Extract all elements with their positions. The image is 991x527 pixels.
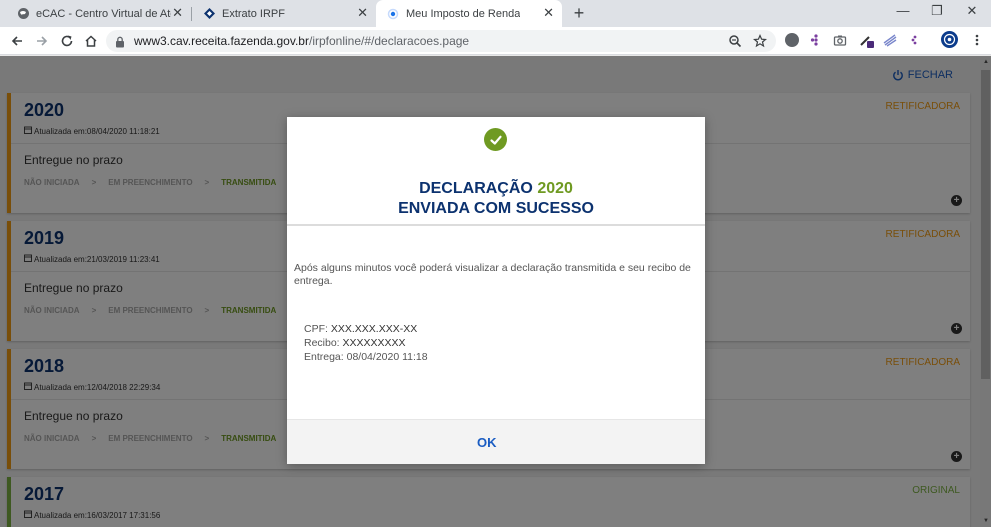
tab-title: eCAC - Centro Virtual de Atendimento bbox=[36, 7, 171, 20]
menu-kebab-icon[interactable] bbox=[970, 33, 984, 47]
home-icon[interactable] bbox=[82, 32, 100, 50]
tab-title: Meu Imposto de Renda bbox=[406, 7, 521, 20]
zoom-icon[interactable] bbox=[728, 34, 742, 48]
tab-meu-imposto-de-renda[interactable]: Meu Imposto de Renda ✕ bbox=[376, 0, 562, 27]
extension-circle-icon[interactable] bbox=[785, 33, 799, 47]
minimize-icon[interactable]: — bbox=[888, 3, 918, 18]
cpf-value: XXX.XXX.XXX-XX bbox=[330, 323, 418, 335]
address-bar[interactable]: www3.cav.receita.fazenda.gov.br/irpfonli… bbox=[106, 30, 776, 52]
forward-icon[interactable] bbox=[33, 32, 51, 50]
browser-toolbar: www3.cav.receita.fazenda.gov.br/irpfonli… bbox=[0, 27, 991, 55]
back-icon[interactable] bbox=[8, 32, 26, 50]
close-tab-icon[interactable]: ✕ bbox=[172, 6, 183, 20]
dialog-footer: OK bbox=[287, 419, 705, 464]
recibo-label: Recibo: bbox=[304, 337, 340, 349]
entrega-label: Entrega: bbox=[304, 351, 344, 363]
restore-icon[interactable]: ❐ bbox=[922, 3, 952, 19]
success-check-icon bbox=[484, 128, 507, 151]
url-path: /irpfonline/#/declaracoes.page bbox=[308, 34, 470, 48]
dialog-title-year: 2020 bbox=[537, 180, 573, 197]
profile-avatar[interactable] bbox=[941, 31, 958, 48]
close-tab-icon[interactable]: ✕ bbox=[357, 6, 368, 20]
extension-sparkle-icon[interactable] bbox=[908, 33, 922, 47]
ok-button[interactable]: OK bbox=[477, 435, 497, 450]
dialog-details: CPF: XXX.XXX.XXX-XX Recibo: XXXXXXXXX En… bbox=[304, 322, 428, 364]
cpf-label: CPF: bbox=[304, 323, 328, 335]
reload-icon[interactable] bbox=[58, 32, 76, 50]
recibo-row: Recibo: XXXXXXXXX bbox=[304, 336, 428, 350]
tab-strip: eCAC - Centro Virtual de Atendimento ✕ E… bbox=[0, 0, 991, 27]
loading-icon bbox=[386, 7, 400, 21]
close-tab-icon[interactable]: ✕ bbox=[543, 6, 554, 20]
cpf-row: CPF: XXX.XXX.XXX-XX bbox=[304, 322, 428, 336]
dialog-title-line1: DECLARAÇÃO bbox=[419, 180, 533, 197]
success-dialog: DECLARAÇÃO 2020 ENVIADA COM SUCESSO Após… bbox=[287, 117, 705, 464]
close-window-icon[interactable]: ✕ bbox=[957, 3, 987, 19]
dialog-title: DECLARAÇÃO 2020 ENVIADA COM SUCESSO bbox=[287, 179, 705, 219]
dialog-message: Após alguns minutos você poderá visualiz… bbox=[294, 262, 691, 287]
receita-icon bbox=[202, 7, 216, 21]
dialog-title-line2: ENVIADA COM SUCESSO bbox=[398, 200, 594, 217]
dialog-divider bbox=[287, 224, 705, 226]
tab-extrato-irpf[interactable]: Extrato IRPF ✕ bbox=[192, 0, 376, 27]
camera-icon[interactable] bbox=[833, 33, 847, 47]
recibo-value: XXXXXXXXX bbox=[342, 337, 406, 349]
stripes-extension-icon[interactable] bbox=[883, 33, 897, 47]
lock-icon bbox=[115, 35, 125, 53]
pen-extension-icon[interactable] bbox=[859, 33, 874, 48]
extension-dots-icon[interactable] bbox=[809, 33, 823, 47]
tab-title: Extrato IRPF bbox=[222, 7, 285, 20]
url-text: www3.cav.receita.fazenda.gov.br/irpfonli… bbox=[134, 34, 469, 48]
new-tab-button[interactable]: + bbox=[570, 4, 588, 22]
globe-icon bbox=[16, 7, 30, 21]
entrega-value: 08/04/2020 11:18 bbox=[346, 351, 428, 363]
bookmark-star-icon[interactable] bbox=[752, 33, 768, 48]
tab-ecac[interactable]: eCAC - Centro Virtual de Atendimento ✕ bbox=[8, 0, 191, 27]
url-host: www3.cav.receita.fazenda.gov.br bbox=[134, 34, 309, 48]
entrega-row: Entrega: 08/04/2020 11:18 bbox=[304, 350, 428, 364]
